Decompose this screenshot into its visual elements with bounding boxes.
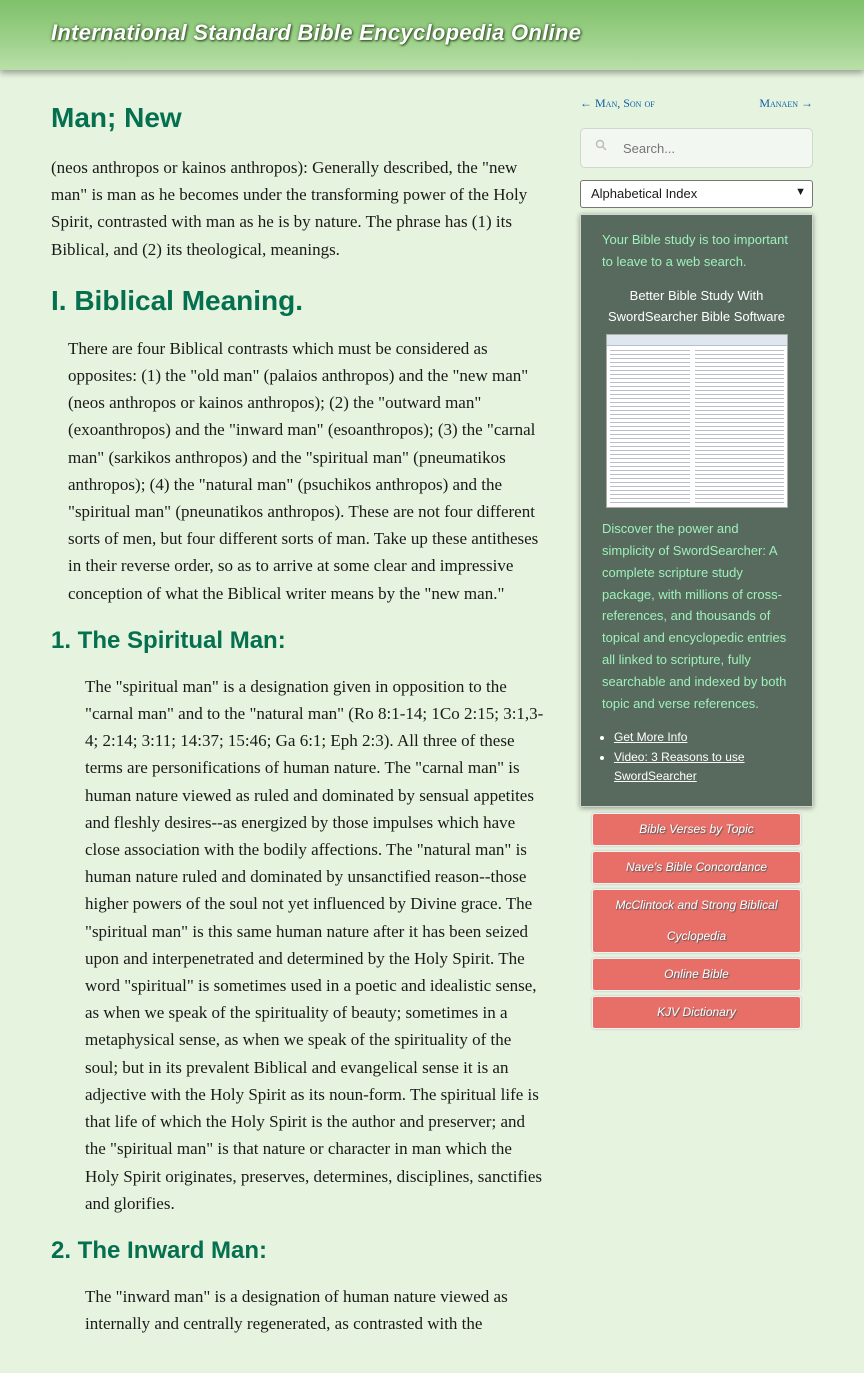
section-paragraph: There are four Biblical contrasts which … — [68, 338, 539, 603]
site-header: International Standard Bible Encyclopedi… — [0, 0, 864, 70]
resource-buttons: Bible Verses by Topic Nave's Bible Conco… — [592, 813, 801, 1029]
subsection-heading-inward-man: 2. The Inward Man: — [51, 1236, 268, 1264]
site-title[interactable]: International Standard Bible Encyclopedi… — [51, 20, 581, 46]
subsection-heading-spiritual-man: 1. The Spiritual Man: — [51, 626, 286, 654]
subsection-paragraph: The "spiritual man" is a designation giv… — [85, 676, 544, 1213]
search-input[interactable] — [621, 137, 805, 159]
video-link[interactable]: Video: 3 Reasons to use SwordSearcher — [614, 750, 745, 784]
prev-entry-link[interactable]: ← Man, Son of — [580, 96, 655, 111]
ad-tagline[interactable]: Your Bible study is too important to lea… — [602, 229, 791, 273]
section-heading-biblical-meaning: I. Biblical Meaning. — [51, 284, 304, 316]
alphabetical-index-select[interactable]: Alphabetical Index ▼ — [580, 180, 813, 208]
swordsearcher-ad: Your Bible study is too important to lea… — [580, 214, 813, 807]
intro-paragraph: (neos anthropos or kainos anthropos): Ge… — [51, 158, 528, 259]
ad-caption[interactable]: Better Bible Study With SwordSearcher Bi… — [602, 285, 791, 329]
kjv-dictionary-button[interactable]: KJV Dictionary — [592, 996, 801, 1029]
search-box[interactable] — [580, 128, 813, 168]
ad-links: Get More Info Video: 3 Reasons to use Sw… — [602, 728, 791, 787]
get-more-info-link[interactable]: Get More Info — [614, 730, 687, 744]
next-entry-link[interactable]: Manaen → — [759, 96, 813, 111]
software-screenshot-image[interactable] — [605, 334, 788, 509]
article: Man; New (neos anthropos or kainos anthr… — [51, 90, 545, 1337]
page-title: Man; New — [51, 102, 182, 133]
ad-description[interactable]: Discover the power and simplicity of Swo… — [602, 518, 791, 714]
sidebar: ← Man, Son of Manaen → Alphabetical Inde… — [580, 96, 813, 1034]
mcclintock-strong-button[interactable]: McClintock and Strong Biblical Cyclopedi… — [592, 889, 801, 953]
subsection-paragraph: The "inward man" is a designation of hum… — [85, 1286, 508, 1334]
chevron-down-icon: ▼ — [795, 186, 806, 198]
bible-verses-by-topic-button[interactable]: Bible Verses by Topic — [592, 813, 801, 846]
prev-next-nav: ← Man, Son of Manaen → — [580, 96, 813, 116]
naves-concordance-button[interactable]: Nave's Bible Concordance — [592, 851, 801, 884]
select-value: Alphabetical Index — [591, 186, 698, 201]
search-icon — [595, 139, 607, 151]
online-bible-button[interactable]: Online Bible — [592, 958, 801, 991]
